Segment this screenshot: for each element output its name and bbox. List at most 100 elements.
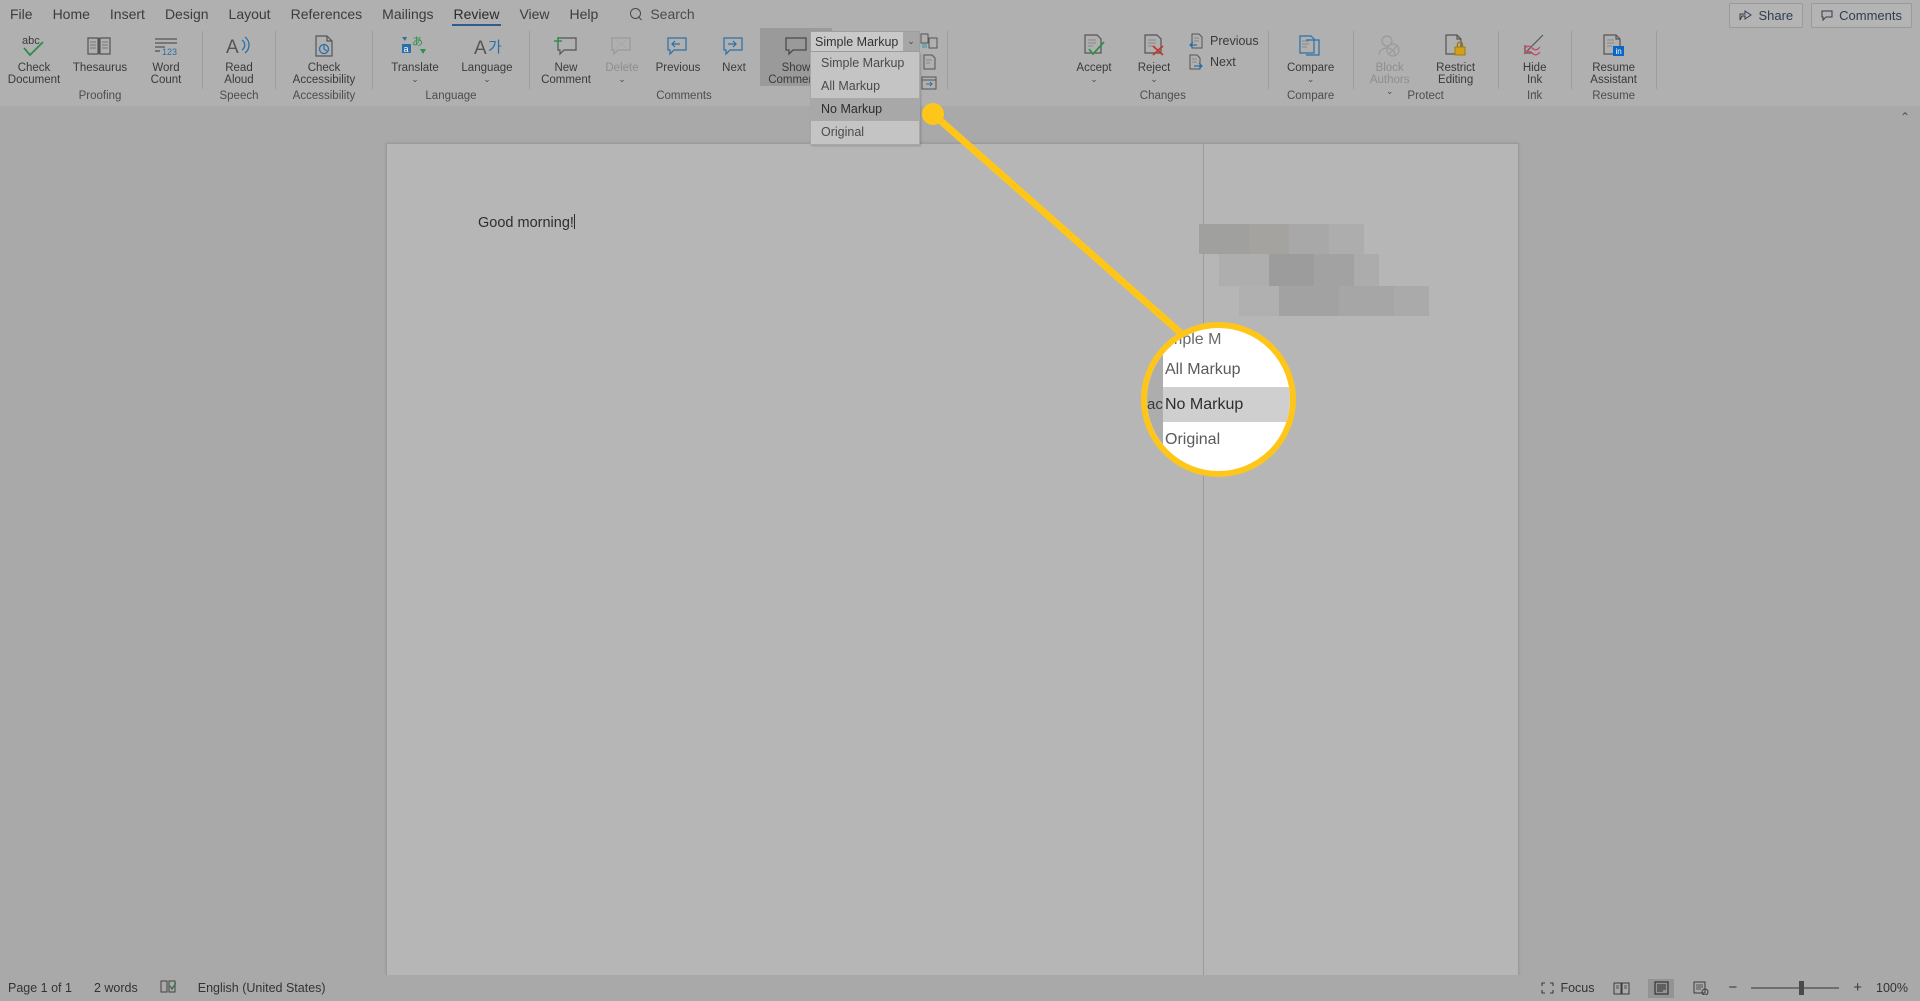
tab-references[interactable]: References	[281, 0, 373, 28]
zoom-slider-thumb[interactable]	[1799, 981, 1805, 995]
resume-assistant-button[interactable]: in Resume Assistant	[1578, 28, 1650, 86]
chevron-down-icon[interactable]: ⌄	[483, 75, 491, 84]
thesaurus-button[interactable]: Thesaurus	[64, 28, 136, 74]
tab-review[interactable]: Review	[444, 0, 510, 28]
svg-text:a: a	[404, 44, 409, 54]
document-page[interactable]: Good morning!	[386, 143, 1519, 990]
show-markup-button[interactable]	[917, 52, 941, 72]
menu-item-no-markup[interactable]: No Markup	[811, 98, 919, 121]
focus-button[interactable]: Focus	[1541, 981, 1594, 995]
chevron-down-icon[interactable]: ⌄	[411, 75, 419, 84]
tab-mailings[interactable]: Mailings	[372, 0, 443, 28]
svg-text:가: 가	[488, 39, 502, 56]
print-layout-view-button[interactable]	[1648, 978, 1675, 998]
magnifier-item-original: Original	[1165, 431, 1221, 448]
next-change-button[interactable]: Next	[1184, 52, 1262, 72]
tab-layout[interactable]: Layout	[219, 0, 281, 28]
display-for-review-value: Simple Markup	[815, 34, 899, 49]
ribbon: abc Check Document Thesaurus 123 Word Co…	[0, 28, 1920, 106]
translate-icon: a あ	[400, 32, 430, 60]
tab-home[interactable]: Home	[43, 0, 100, 28]
group-label-comments: Comments	[656, 90, 712, 102]
previous-comment-label: Previous	[655, 62, 701, 74]
language-icon: A 가	[472, 32, 502, 60]
next-change-icon	[1187, 53, 1205, 71]
proofing-status-icon[interactable]	[160, 980, 177, 996]
comment-next-icon	[720, 32, 748, 60]
tab-design[interactable]: Design	[155, 0, 219, 28]
read-aloud-button[interactable]: A Read Aloud	[209, 28, 269, 86]
previous-change-label: Previous	[1210, 34, 1259, 48]
reject-button[interactable]: Reject ⌄	[1124, 28, 1184, 84]
resume-assistant-label: Resume Assistant	[1590, 62, 1637, 86]
display-for-review-button[interactable]	[917, 31, 941, 51]
ribbon-group-proofing: abc Check Document Thesaurus 123 Word Co…	[0, 28, 200, 106]
chevron-down-icon[interactable]: ⌄	[1307, 75, 1315, 84]
translate-button[interactable]: a あ Translate ⌄	[379, 28, 451, 84]
reject-x-icon	[1140, 32, 1168, 60]
block-author-icon	[1376, 32, 1404, 60]
ribbon-tab-strip: File Home Insert Design Layout Reference…	[0, 0, 1920, 28]
language-indicator[interactable]: English (United States)	[198, 981, 326, 995]
text-caret	[573, 214, 575, 229]
word-count-label: Word Count	[150, 62, 182, 86]
group-separator	[529, 31, 530, 89]
zoom-in-button[interactable]: +	[1853, 980, 1862, 995]
status-left: Page 1 of 1 2 words English (United Stat…	[0, 980, 326, 996]
tab-file[interactable]: File	[0, 0, 43, 28]
zoom-level-label[interactable]: 100%	[1876, 981, 1908, 995]
menu-item-original[interactable]: Original	[811, 121, 919, 144]
compare-button[interactable]: Compare ⌄	[1275, 28, 1347, 84]
word-count-button[interactable]: 123 Word Count	[136, 28, 196, 86]
tab-help[interactable]: Help	[560, 0, 609, 28]
block-authors-button[interactable]: Block Authors ⌄	[1360, 28, 1420, 96]
collapse-ribbon-icon[interactable]: ⌃	[1900, 110, 1910, 124]
comment-bubble-icon	[1821, 10, 1833, 21]
chevron-down-icon[interactable]: ⌄	[1150, 75, 1158, 84]
comment-plus-icon	[552, 32, 580, 60]
translate-label: Translate	[391, 62, 439, 74]
search-box[interactable]: Search	[630, 6, 695, 22]
page-indicator[interactable]: Page 1 of 1	[8, 981, 72, 995]
chevron-down-icon[interactable]: ⌄	[903, 32, 919, 51]
menu-item-simple-markup[interactable]: Simple Markup	[811, 52, 919, 75]
document-body-text[interactable]: Good morning!	[478, 214, 575, 231]
language-button[interactable]: A 가 Language ⌄	[451, 28, 523, 84]
accept-button[interactable]: Accept ⌄	[1064, 28, 1124, 84]
svg-text:A: A	[226, 37, 239, 58]
status-right: Focus − + 100%	[1541, 978, 1920, 998]
web-layout-view-button[interactable]	[1688, 979, 1714, 998]
share-button[interactable]: Share	[1729, 3, 1804, 28]
compare-icon	[1297, 32, 1325, 60]
previous-comment-button[interactable]: Previous	[648, 28, 708, 74]
next-comment-button[interactable]: Next	[708, 28, 760, 74]
check-accessibility-button[interactable]: Check Accessibility	[282, 28, 366, 86]
display-for-review-dropdown[interactable]: Simple Markup ⌄ Simple Markup All Markup…	[810, 31, 920, 145]
hide-ink-icon	[1521, 32, 1549, 60]
tab-view[interactable]: View	[509, 0, 559, 28]
chevron-down-icon[interactable]: ⌄	[1090, 75, 1098, 84]
display-for-review-field[interactable]: Simple Markup ⌄	[810, 31, 920, 52]
changes-small-buttons: Previous Next	[1184, 28, 1262, 72]
menu-item-all-markup[interactable]: All Markup	[811, 75, 919, 98]
chevron-down-icon[interactable]: ⌄	[618, 75, 626, 84]
comments-button[interactable]: Comments	[1811, 3, 1912, 28]
hide-ink-label: Hide Ink	[1522, 62, 1547, 86]
read-mode-view-button[interactable]	[1608, 979, 1634, 998]
share-label: Share	[1758, 8, 1794, 23]
ribbon-group-comments: New Comment Delete ⌄ Previous Next Show …	[532, 28, 836, 106]
linkedin-resume-icon: in	[1600, 32, 1628, 60]
delete-comment-button[interactable]: Delete ⌄	[596, 28, 648, 84]
previous-change-button[interactable]: Previous	[1184, 31, 1262, 51]
svg-text:123: 123	[162, 47, 177, 57]
word-count-indicator[interactable]: 2 words	[94, 981, 138, 995]
restrict-editing-button[interactable]: Restrict Editing	[1420, 28, 1492, 86]
group-separator	[1267, 31, 1269, 89]
magnifier-partial-label: mple M	[1169, 331, 1222, 348]
zoom-slider[interactable]	[1751, 981, 1840, 995]
new-comment-button[interactable]: New Comment	[536, 28, 596, 86]
zoom-out-button[interactable]: −	[1728, 980, 1737, 995]
check-document-button[interactable]: abc Check Document	[4, 28, 64, 86]
hide-ink-button[interactable]: Hide Ink ⌄	[1505, 28, 1565, 96]
tab-insert[interactable]: Insert	[100, 0, 155, 28]
